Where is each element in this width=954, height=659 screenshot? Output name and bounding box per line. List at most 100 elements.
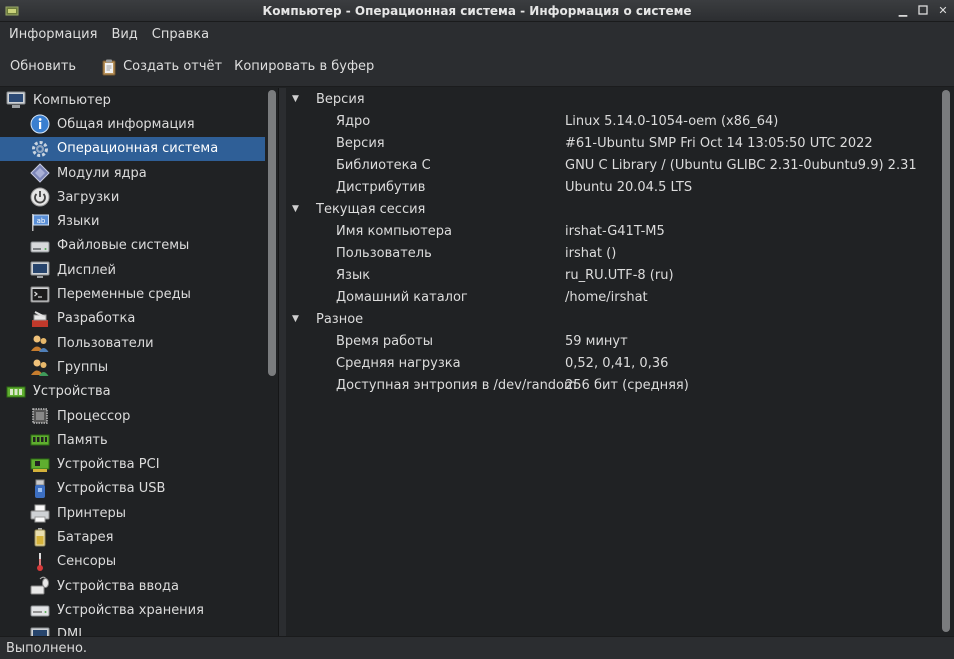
usb-icon xyxy=(30,479,50,499)
sidebar-item-memory[interactable]: Память xyxy=(0,428,278,452)
development-icon xyxy=(30,309,50,329)
memory-icon xyxy=(30,430,50,450)
sidebar-tree: Компьютер Общая информация Операционная … xyxy=(0,88,279,636)
sidebar-item-label: Принтеры xyxy=(57,505,127,521)
window-title: Компьютер - Операционная система - Инфор… xyxy=(262,3,692,18)
menu-help[interactable]: Справка xyxy=(145,27,216,42)
detail-key: Имя компьютера xyxy=(336,223,452,239)
sidebar-item-label: Процессор xyxy=(57,408,131,424)
detail-key: Время работы xyxy=(336,333,433,349)
detail-key: Доступная энтропия в /dev/random xyxy=(336,377,577,393)
sidebar-item-development[interactable]: Разработка xyxy=(0,307,278,331)
sidebar-item-label: Общая информация xyxy=(57,116,195,132)
copy-to-clipboard-button[interactable]: Копировать в буфер xyxy=(228,52,380,82)
sidebar-item-pci-devices[interactable]: Устройства PCI xyxy=(0,452,278,476)
section-misc-header[interactable]: ▼ Разное xyxy=(286,308,954,330)
sidebar-item-label: Переменные среды xyxy=(57,287,191,303)
section-session-header[interactable]: ▼ Текущая сессия xyxy=(286,198,954,220)
detail-key: Пользователь xyxy=(336,245,432,261)
sidebar-item-dmi[interactable]: DMI xyxy=(0,623,278,636)
create-report-label: Создать отчёт xyxy=(123,59,223,74)
menu-view[interactable]: Вид xyxy=(104,27,144,42)
create-report-button[interactable]: Создать отчёт xyxy=(94,52,228,82)
detail-value: #61-Ubuntu SMP Fri Oct 14 13:05:50 UTC 2… xyxy=(565,135,873,151)
sidebar-item-input-devices[interactable]: Устройства ввода xyxy=(0,574,278,598)
report-clipboard-icon xyxy=(102,59,116,75)
tree-category-computer[interactable]: Компьютер xyxy=(0,88,278,112)
detail-row[interactable]: Пользователь irshat () xyxy=(286,242,954,264)
menu-information[interactable]: Информация xyxy=(2,27,104,42)
sidebar-item-battery[interactable]: Батарея xyxy=(0,525,278,549)
sidebar-item-environment-variables[interactable]: Переменные среды xyxy=(0,282,278,306)
sidebar-item-languages[interactable]: ab Языки xyxy=(0,209,278,233)
sidebar-item-label: Загрузки xyxy=(57,189,120,205)
close-icon[interactable]: ✕ xyxy=(936,3,950,17)
sidebar-item-label: Разработка xyxy=(57,311,136,327)
detail-row[interactable]: Библиотека C GNU C Library / (Ubuntu GLIB… xyxy=(286,154,954,176)
sidebar-item-operating-system[interactable]: Операционная система xyxy=(0,136,265,161)
detail-row[interactable]: Ядро Linux 5.14.0-1054-oem (x86_64) xyxy=(286,110,954,132)
minimize-icon[interactable]: ▁ xyxy=(896,3,910,17)
sidebar-item-usb-devices[interactable]: Устройства USB xyxy=(0,477,278,501)
section-title: Версия xyxy=(316,91,365,107)
detail-key: Дистрибутив xyxy=(336,179,426,195)
detail-value: GNU C Library / (Ubuntu GLIBC 2.31-0ubun… xyxy=(565,157,917,173)
expander-icon[interactable]: ▼ xyxy=(292,204,306,214)
sidebar-item-filesystems[interactable]: Файловые системы xyxy=(0,234,278,258)
detail-key: Ядро xyxy=(336,113,371,129)
detail-value: Ubuntu 20.04.5 LTS xyxy=(565,179,693,195)
toolbar: Обновить Создать отчёт Копировать в буфе… xyxy=(0,47,954,87)
sidebar-item-label: Файловые системы xyxy=(57,238,190,254)
sidebar-item-display[interactable]: Дисплей xyxy=(0,258,278,282)
sidebar-item-boots[interactable]: Загрузки xyxy=(0,185,278,209)
detail-row[interactable]: Средняя нагрузка 0,52, 0,41, 0,36 xyxy=(286,352,954,374)
language-flag-icon: ab xyxy=(30,212,50,232)
sidebar-item-label: Сенсоры xyxy=(57,554,117,570)
sidebar-item-processor[interactable]: Процессор xyxy=(0,404,278,428)
details-pane: ▼ Версия Ядро Linux 5.14.0-1054-oem (x86_… xyxy=(286,88,954,636)
sidebar-item-label: Память xyxy=(57,432,108,448)
expander-icon[interactable]: ▼ xyxy=(292,314,306,324)
sidebar-item-storage-devices[interactable]: Устройства хранения xyxy=(0,598,278,622)
details-scrollbar[interactable] xyxy=(942,90,950,632)
refresh-button[interactable]: Обновить xyxy=(4,52,82,82)
storage-icon xyxy=(30,600,50,620)
detail-row[interactable]: Язык ru_RU.UTF-8 (ru) xyxy=(286,264,954,286)
tree-category-label: Компьютер xyxy=(33,92,111,108)
detail-value: Linux 5.14.0-1054-oem (x86_64) xyxy=(565,113,779,129)
detail-row[interactable]: Версия #61-Ubuntu SMP Fri Oct 14 13:05:50… xyxy=(286,132,954,154)
detail-row[interactable]: Доступная энтропия в /dev/random 256 бит … xyxy=(286,374,954,396)
sidebar-item-summary[interactable]: Общая информация xyxy=(0,112,278,136)
printer-icon xyxy=(30,503,50,523)
cpu-icon xyxy=(30,406,50,426)
detail-row[interactable]: Имя компьютера irshat-G41T-M5 xyxy=(286,220,954,242)
tree-category-devices[interactable]: Устройства xyxy=(0,380,278,404)
detail-key: Домашний каталог xyxy=(336,289,468,305)
maximize-icon[interactable] xyxy=(916,3,930,17)
sidebar-item-sensors[interactable]: Сенсоры xyxy=(0,550,278,574)
monitor-icon xyxy=(30,260,50,280)
groups-icon xyxy=(30,357,50,377)
sidebar-item-users[interactable]: Пользователи xyxy=(0,331,278,355)
sidebar-item-kernel-modules[interactable]: Модули ядра xyxy=(0,161,278,185)
sidebar-item-label: Устройства USB xyxy=(57,481,166,497)
sidebar-item-label: Устройства хранения xyxy=(57,602,204,618)
expander-icon[interactable]: ▼ xyxy=(292,94,306,104)
sidebar-scrollbar[interactable] xyxy=(268,90,276,376)
sidebar-item-label: Операционная система xyxy=(57,141,219,157)
pane-splitter[interactable] xyxy=(279,88,286,636)
detail-key: Версия xyxy=(336,135,385,151)
status-bar: Выполнено. xyxy=(0,636,954,659)
detail-row[interactable]: Время работы 59 минут xyxy=(286,330,954,352)
section-title: Разное xyxy=(316,311,364,327)
detail-key: Язык xyxy=(336,267,371,283)
sidebar-item-groups[interactable]: Группы xyxy=(0,355,278,379)
battery-icon xyxy=(30,527,50,547)
detail-row[interactable]: Дистрибутив Ubuntu 20.04.5 LTS xyxy=(286,176,954,198)
refresh-label: Обновить xyxy=(10,59,77,74)
sidebar-item-printers[interactable]: Принтеры xyxy=(0,501,278,525)
drive-icon xyxy=(30,236,50,256)
section-version-header[interactable]: ▼ Версия xyxy=(286,88,954,110)
detail-row[interactable]: Домашний каталог/home/irshat xyxy=(286,286,954,308)
svg-text:ab: ab xyxy=(37,217,46,225)
